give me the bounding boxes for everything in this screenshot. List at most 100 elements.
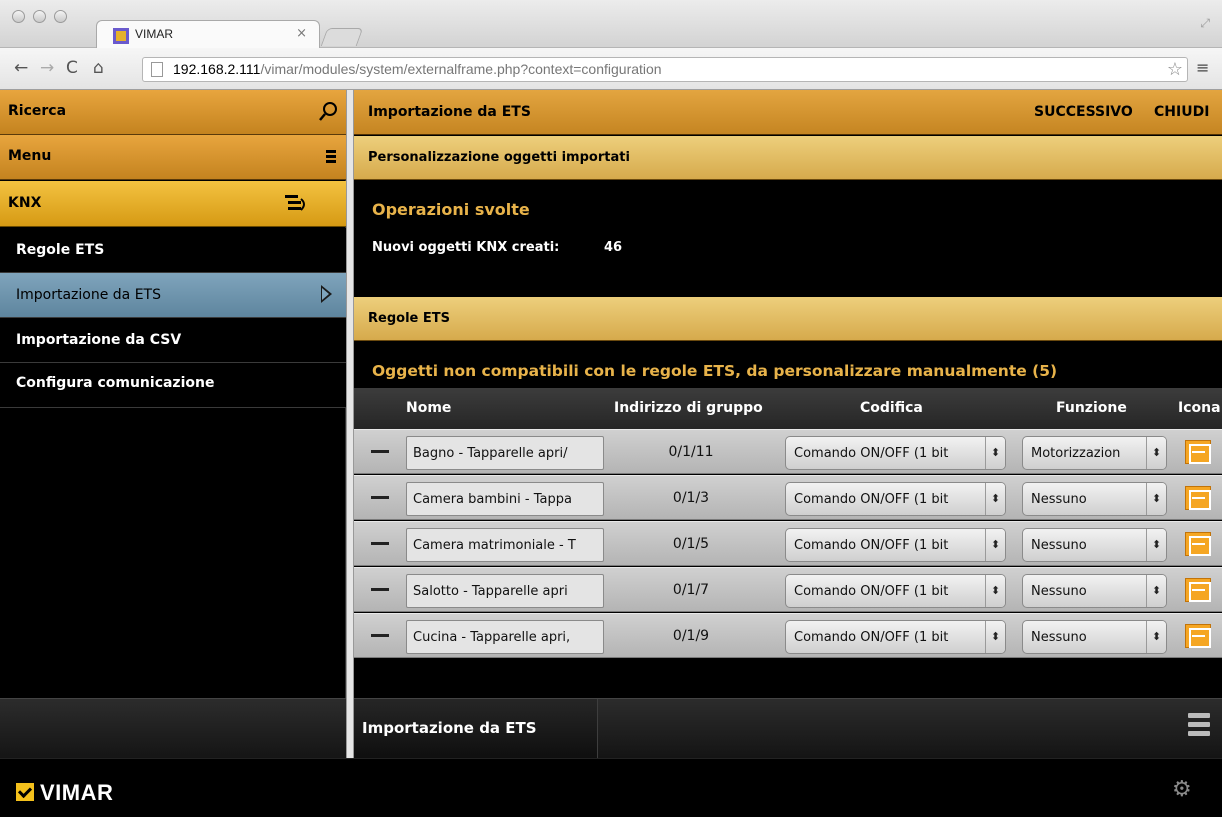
shutter-icon[interactable] <box>1185 532 1211 556</box>
page-icon <box>151 62 163 77</box>
sidebar-item-importazione-ets[interactable]: Importazione da ETS <box>0 273 346 318</box>
section-header-personalization: Personalizzazione oggetti importati <box>354 136 1222 180</box>
shutter-icon[interactable] <box>1185 440 1211 464</box>
tab-close-icon[interactable]: × <box>296 26 307 41</box>
funzione-select[interactable]: Nessuno ⬍ <box>1022 620 1167 654</box>
select-arrows-icon: ⬍ <box>1146 575 1166 607</box>
remove-row-button[interactable] <box>371 634 389 637</box>
name-field[interactable]: Salotto - Tapparelle apri <box>406 574 604 608</box>
remove-row-button[interactable] <box>371 496 389 499</box>
section-title: Regole ETS <box>368 311 450 326</box>
new-tab-button[interactable] <box>320 28 364 46</box>
sidebar-bottom-bar <box>0 698 346 758</box>
funzione-select[interactable]: Motorizzazion ⬍ <box>1022 436 1167 470</box>
column-header-indirizzo: Indirizzo di gruppo <box>614 400 763 416</box>
main-panel: Importazione da ETS SUCCESSIVO CHIUDI Pe… <box>354 90 1222 758</box>
bookmark-star-icon[interactable]: ☆ <box>1167 59 1183 80</box>
back-arrow-icon[interactable]: ← <box>14 58 28 78</box>
funzione-select[interactable]: Nessuno ⬍ <box>1022 528 1167 562</box>
search-icon[interactable] <box>318 101 338 123</box>
minimize-window-button[interactable] <box>33 10 46 23</box>
codifica-select[interactable]: Comando ON/OFF (1 bit ⬍ <box>785 528 1006 562</box>
next-button[interactable]: SUCCESSIVO <box>1034 104 1133 120</box>
sidebar-item-configura-comunicazione[interactable]: Configura comunicazione <box>0 363 346 408</box>
group-address: 0/1/11 <box>668 444 714 460</box>
sidebar-item-label: Configura comunicazione <box>16 375 215 391</box>
column-header-funzione: Funzione <box>1056 400 1127 416</box>
forward-arrow-icon[interactable]: → <box>40 58 54 78</box>
hamburger-icon[interactable] <box>326 150 336 163</box>
new-objects-label: Nuovi oggetti KNX creati: <box>372 240 560 255</box>
bottom-tab-importazione[interactable]: Importazione da ETS <box>354 699 598 758</box>
codifica-select[interactable]: Comando ON/OFF (1 bit ⬍ <box>785 574 1006 608</box>
close-window-button[interactable] <box>12 10 25 23</box>
pane-divider[interactable] <box>346 90 354 758</box>
table-row: Camera bambini - Tappa 0/1/3 Comando ON/… <box>354 475 1222 520</box>
new-objects-value: 46 <box>604 240 623 255</box>
chevron-right-icon <box>321 285 332 303</box>
group-address: 0/1/9 <box>672 628 710 644</box>
browser-tab[interactable]: VIMAR × <box>96 20 320 48</box>
fullscreen-icon[interactable]: ⤢ <box>1200 16 1210 31</box>
select-arrows-icon: ⬍ <box>985 437 1005 469</box>
section-title: Personalizzazione oggetti importati <box>368 150 630 165</box>
remove-row-button[interactable] <box>371 450 389 453</box>
group-address: 0/1/5 <box>672 536 710 552</box>
shutter-icon[interactable] <box>1185 486 1211 510</box>
operations-title: Operazioni svolte <box>372 200 530 219</box>
knx-list-icon[interactable] <box>284 194 308 214</box>
funzione-select[interactable]: Nessuno ⬍ <box>1022 574 1167 608</box>
address-bar[interactable]: 192.168.2.111/vimar/modules/system/exter… <box>142 57 1188 82</box>
vimar-logo-text: VIMAR <box>40 780 114 805</box>
name-field[interactable]: Bagno - Tapparelle apri/ <box>406 436 604 470</box>
sidebar-item-label: Importazione da CSV <box>16 332 182 348</box>
home-icon[interactable]: ⌂ <box>93 58 104 78</box>
footer: VIMAR ⚙ <box>0 758 1222 817</box>
close-button[interactable]: CHIUDI <box>1154 104 1209 120</box>
menu-label: Menu <box>8 148 52 164</box>
sidebar-item-regole-ets[interactable]: Regole ETS <box>0 228 346 273</box>
codifica-select[interactable]: Comando ON/OFF (1 bit ⬍ <box>785 436 1006 470</box>
vimar-favicon-icon <box>113 28 129 44</box>
column-header-nome: Nome <box>406 400 452 416</box>
select-arrows-icon: ⬍ <box>985 529 1005 561</box>
browser-titlebar: VIMAR × ⤢ <box>0 0 1222 48</box>
codifica-select[interactable]: Comando ON/OFF (1 bit ⬍ <box>785 620 1006 654</box>
vimar-logo-icon <box>16 783 34 801</box>
section-header-rules: Regole ETS <box>354 297 1222 341</box>
column-header-codifica: Codifica <box>860 400 923 416</box>
shutter-icon[interactable] <box>1185 624 1211 648</box>
reload-icon[interactable]: C <box>66 58 78 78</box>
sidebar-search[interactable]: Ricerca <box>0 90 346 135</box>
table-header: Nome Indirizzo di gruppo Codifica Funzio… <box>354 388 1222 429</box>
list-menu-icon[interactable] <box>1188 713 1210 741</box>
select-arrows-icon: ⬍ <box>1146 529 1166 561</box>
settings-gear-icon[interactable]: ⚙ <box>1172 777 1192 802</box>
table-row: Camera matrimoniale - T 0/1/5 Comando ON… <box>354 521 1222 566</box>
sidebar-menu[interactable]: Menu <box>0 135 346 180</box>
shutter-icon[interactable] <box>1185 578 1211 602</box>
select-arrows-icon: ⬍ <box>1146 437 1166 469</box>
page-title: Importazione da ETS <box>368 104 531 120</box>
zoom-window-button[interactable] <box>54 10 67 23</box>
funzione-select[interactable]: Nessuno ⬍ <box>1022 482 1167 516</box>
name-field[interactable]: Camera bambini - Tappa <box>406 482 604 516</box>
name-field[interactable]: Camera matrimoniale - T <box>406 528 604 562</box>
select-arrows-icon: ⬍ <box>985 483 1005 515</box>
select-arrows-icon: ⬍ <box>985 575 1005 607</box>
sidebar-item-importazione-csv[interactable]: Importazione da CSV <box>0 318 346 363</box>
table-row: Salotto - Tapparelle apri 0/1/7 Comando … <box>354 567 1222 612</box>
name-field[interactable]: Cucina - Tapparelle apri, <box>406 620 604 654</box>
group-address: 0/1/3 <box>672 490 710 506</box>
codifica-select[interactable]: Comando ON/OFF (1 bit ⬍ <box>785 482 1006 516</box>
tab-title: VIMAR <box>135 27 174 41</box>
browser-menu-icon[interactable]: ≡ <box>1196 58 1209 77</box>
sidebar-knx[interactable]: KNX <box>0 181 346 227</box>
select-arrows-icon: ⬍ <box>1146 483 1166 515</box>
remove-row-button[interactable] <box>371 542 389 545</box>
incompatible-objects-title: Oggetti non compatibili con le regole ET… <box>372 362 1058 380</box>
url-text[interactable]: 192.168.2.111/vimar/modules/system/exter… <box>173 61 662 77</box>
browser-toolbar: ← → C ⌂ 192.168.2.111/vimar/modules/syst… <box>0 48 1222 90</box>
remove-row-button[interactable] <box>371 588 389 591</box>
knx-label: KNX <box>8 195 42 211</box>
